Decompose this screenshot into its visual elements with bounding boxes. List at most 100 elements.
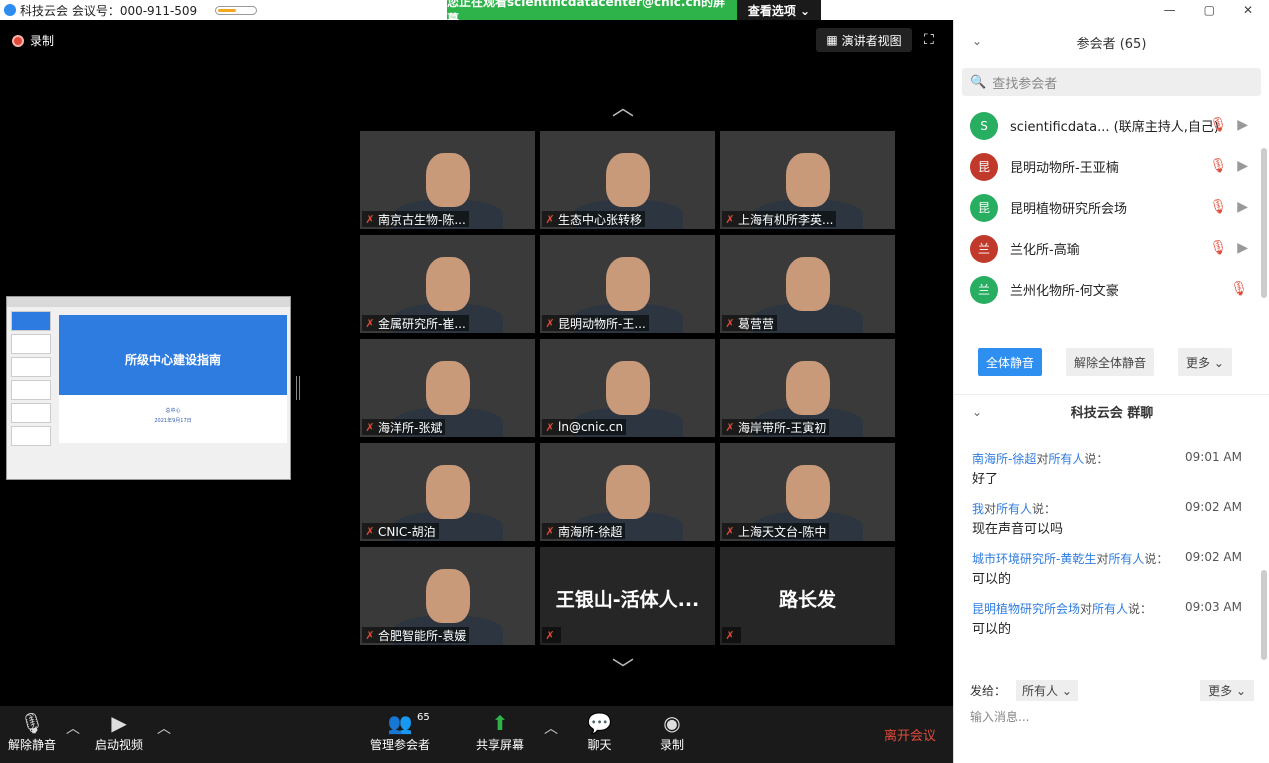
video-tile[interactable]: ✗ 海岸带所-王寅初 <box>720 339 895 437</box>
participant-name: 昆明动物所-王亚楠 <box>1010 161 1119 176</box>
mic-muted-icon[interactable]: 🎙 <box>1209 158 1227 174</box>
video-tile[interactable]: ✗ CNIC-胡泊 <box>360 443 535 541</box>
restore-icon[interactable]: ▢ <box>1204 3 1215 17</box>
tile-label: ✗ 南海所-徐超 <box>542 523 626 539</box>
tile-label: ✗ ln@cnic.cn <box>542 419 627 435</box>
participant-row[interactable]: Sscientificdata... (联席主持人,自己) 🎙 ▶ <box>954 105 1269 146</box>
record-button[interactable]: ◉ 录制 <box>660 710 684 753</box>
start-video-button[interactable]: ▶ 启动视频 <box>95 710 143 753</box>
split-divider-handle[interactable] <box>296 376 300 400</box>
message-input[interactable]: 输入消息... <box>970 708 1029 725</box>
video-tile[interactable]: ✗ 昆明动物所-王... <box>540 235 715 333</box>
chat-scrollbar[interactable] <box>1261 570 1267 660</box>
video-tile[interactable]: ✗ 海洋所-张斌 <box>360 339 535 437</box>
video-tile[interactable]: ✗ 上海有机所李英... <box>720 131 895 229</box>
chat-sender[interactable]: 昆明植物研究所会场 <box>972 602 1080 616</box>
page-down-icon[interactable]: ﹀ <box>612 652 634 684</box>
chat-header: ⌄ 科技云会 群聊 <box>954 394 1269 428</box>
participant-video-face <box>785 465 830 519</box>
chat-sender[interactable]: 南海所-徐超 <box>972 452 1036 466</box>
participant-row[interactable]: 兰兰化所-高瑜 🎙 ▶ <box>954 228 1269 269</box>
camera-icon[interactable]: ▶ <box>1237 158 1248 174</box>
close-icon[interactable]: ✕ <box>1243 3 1253 17</box>
video-tile[interactable]: 路长发 ✗ <box>720 547 895 645</box>
participant-search[interactable]: 🔍 查找参会者 <box>962 68 1261 96</box>
speaker-view-button[interactable]: ▦ 演讲者视图 <box>816 28 912 52</box>
chat-recipient[interactable]: 所有人 <box>1108 552 1144 566</box>
share-screen-button[interactable]: ⬆ 共享屏幕 <box>476 710 524 753</box>
tile-label: ✗ CNIC-胡泊 <box>362 523 439 539</box>
participant-video-face <box>785 361 830 415</box>
grid-icon: ▦ <box>826 33 838 47</box>
search-input[interactable]: 查找参会者 <box>992 73 1057 92</box>
participant-scrollbar[interactable] <box>1261 148 1267 298</box>
avatar: 兰 <box>970 275 998 304</box>
more-button[interactable]: 更多 ⌄ <box>1178 348 1232 376</box>
audio-options-chevron-icon[interactable]: ︿ <box>66 718 80 738</box>
collapse-participants-chevron-icon[interactable]: ⌄ <box>972 34 982 48</box>
minimize-icon[interactable]: — <box>1164 3 1176 17</box>
camera-icon[interactable]: ▶ <box>1237 240 1248 256</box>
video-tile[interactable]: ✗ 上海天文台-陈中 <box>720 443 895 541</box>
participant-name: 兰州化物所-何文豪 <box>1010 284 1119 299</box>
unmute-button[interactable]: 🎙 解除静音 <box>8 710 56 753</box>
mute-all-button[interactable]: 全体静音 <box>978 348 1043 376</box>
share-screen-label: 共享屏幕 <box>476 738 525 752</box>
network-status-icon[interactable] <box>215 5 258 15</box>
participant-video-face <box>605 361 650 415</box>
chat-sender[interactable]: 城市环境研究所-黄乾生 <box>972 552 1096 566</box>
participant-row[interactable]: 兰兰州化物所-何文豪 🎙 <box>954 269 1269 310</box>
leave-meeting-button[interactable]: 离开会议 <box>884 725 936 744</box>
participant-row[interactable]: 昆昆明动物所-王亚楠 🎙 ▶ <box>954 146 1269 187</box>
participant-video-face <box>785 153 830 207</box>
tile-name: 生态中心张转移 <box>558 212 643 227</box>
slide-date: 2021年9月17日 <box>154 418 192 424</box>
video-tile[interactable]: ✗ 金属研究所-崔... <box>360 235 535 333</box>
video-options-chevron-icon[interactable]: ︿ <box>157 718 171 738</box>
participant-count: 65 <box>417 712 430 723</box>
chat-recipient[interactable]: 所有人 <box>996 502 1032 516</box>
mic-muted-icon[interactable]: 🎙 <box>1209 199 1227 215</box>
video-tile[interactable]: ✗ 葛营营 <box>720 235 895 333</box>
chat-button[interactable]: 💬 聊天 <box>587 710 612 753</box>
video-tile[interactable]: ✗ 生态中心张转移 <box>540 131 715 229</box>
slide-thumbnail <box>11 403 51 423</box>
cloud-logo-icon <box>4 4 16 16</box>
camera-icon[interactable]: ▶ <box>1237 117 1248 133</box>
chat-to-word: 对 <box>984 502 997 516</box>
chat-said: 说： <box>1144 552 1169 566</box>
chat-text: 可以的 <box>972 622 1012 637</box>
record-dot-icon <box>12 34 24 47</box>
search-icon: 🔍 <box>970 74 987 90</box>
camera-icon[interactable]: ▶ <box>1237 199 1248 215</box>
mic-muted-icon[interactable]: 🎙 <box>1209 240 1227 256</box>
fullscreen-icon[interactable]: ⛶ <box>924 32 934 48</box>
record-label: 录制 <box>660 738 685 752</box>
send-to-dropdown[interactable]: 所有人 ⌄ <box>1016 680 1078 701</box>
share-options-chevron-icon[interactable]: ︿ <box>544 718 558 738</box>
participant-name: 兰化所-高瑜 <box>1010 243 1080 258</box>
mic-muted-icon[interactable]: 🎙 <box>1230 281 1248 297</box>
page-up-icon[interactable]: ︿ <box>612 90 634 122</box>
video-tile[interactable]: ✗ 合肥智能所-袁媛 <box>360 547 535 645</box>
unmute-all-button[interactable]: 解除全体静音 <box>1066 348 1155 376</box>
video-tile[interactable]: 王银山-活体人... ✗ <box>540 547 715 645</box>
collapse-chat-chevron-icon[interactable]: ⌄ <box>972 405 982 419</box>
participant-status-icons: 🎙 ▶ <box>1209 199 1248 215</box>
recording-label: 录制 <box>30 34 55 48</box>
chat-recipient[interactable]: 所有人 <box>1048 452 1084 466</box>
chat-sender[interactable]: 我 <box>972 502 984 516</box>
mic-muted-icon[interactable]: 🎙 <box>1209 117 1227 133</box>
video-tile[interactable]: ✗ 南海所-徐超 <box>540 443 715 541</box>
video-tile[interactable]: ✗ 南京古生物-陈... <box>360 131 535 229</box>
participant-name: 昆明植物研究所会场 <box>1010 202 1128 217</box>
video-tile[interactable]: ✗ ln@cnic.cn <box>540 339 715 437</box>
tile-name: 海岸带所-王寅初 <box>738 420 827 435</box>
view-options-button[interactable]: 查看选项 ⌄ <box>737 0 821 20</box>
chat-to-word: 对 <box>1080 602 1093 616</box>
chat-time: 09:03 AM <box>1185 600 1242 614</box>
chat-recipient[interactable]: 所有人 <box>1092 602 1128 616</box>
manage-participants-label: 管理参会者 <box>370 738 431 752</box>
chat-more-dropdown[interactable]: 更多 ⌄ <box>1200 680 1254 701</box>
participant-row[interactable]: 昆昆明植物研究所会场 🎙 ▶ <box>954 187 1269 228</box>
